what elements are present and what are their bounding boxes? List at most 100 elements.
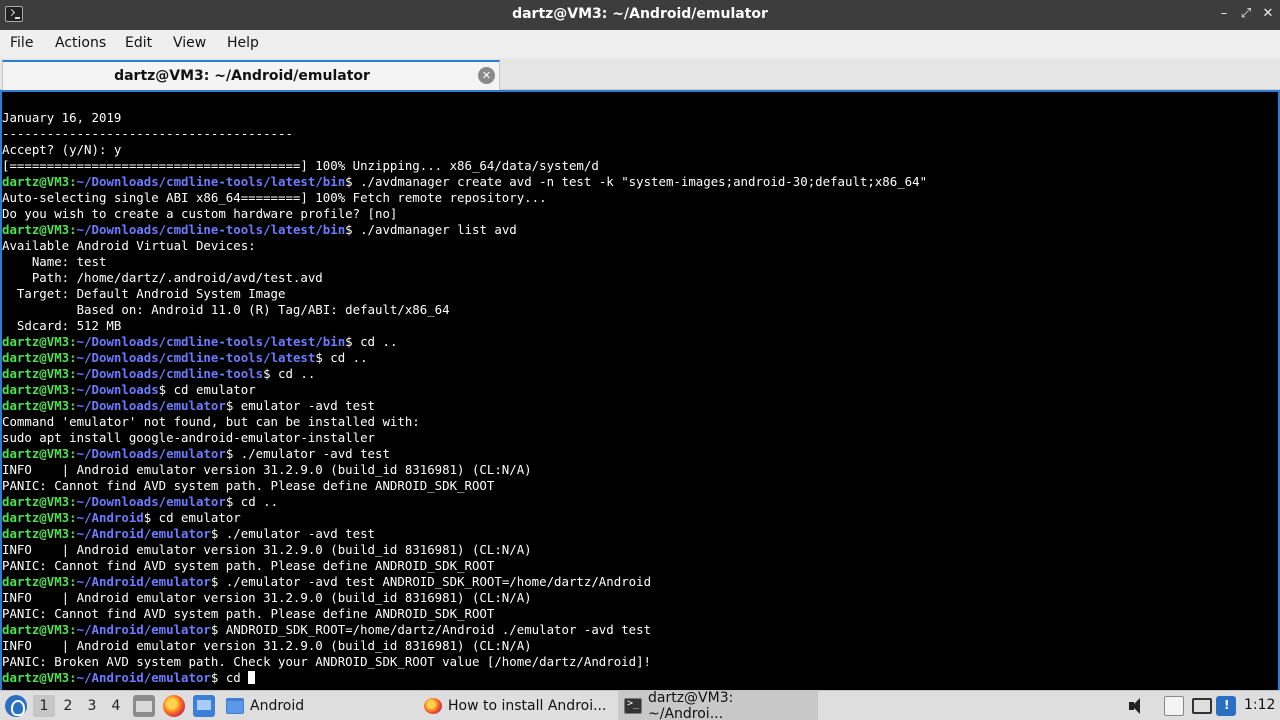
prompt-path: ~/Android/emulator bbox=[76, 622, 211, 637]
terminal-output-line: Do you wish to create a custom hardware … bbox=[2, 206, 398, 221]
prompt-user: dartz@VM3 bbox=[2, 494, 70, 509]
display-icon[interactable] bbox=[1192, 698, 1212, 714]
terminal-output-line: INFO | Android emulator version 31.2.9.0… bbox=[2, 590, 532, 605]
terminal-output-line: PANIC: Cannot find AVD system path. Plea… bbox=[2, 606, 495, 621]
menu-edit[interactable]: Edit bbox=[125, 35, 152, 51]
menu-bar: File Actions Edit View Help bbox=[0, 30, 1280, 58]
terminal-prompt-line: dartz@VM3:~/Downloads$ cd emulator bbox=[2, 382, 256, 397]
terminal-output-line: Command 'emulator' not found, but can be… bbox=[2, 414, 420, 429]
command-text: ./emulator -avd test ANDROID_SDK_ROOT=/h… bbox=[218, 574, 652, 589]
prompt-user: dartz@VM3 bbox=[2, 622, 70, 637]
command-text: cd .. bbox=[352, 334, 398, 349]
terminal-cursor bbox=[248, 671, 256, 684]
menu-file[interactable]: File bbox=[10, 35, 33, 51]
workspace-3[interactable]: 3 bbox=[81, 695, 103, 717]
command-text: ANDROID_SDK_ROOT=/home/dartz/Android ./e… bbox=[218, 622, 652, 637]
firefox-icon bbox=[424, 698, 442, 714]
prompt-user: dartz@VM3 bbox=[2, 350, 70, 365]
workspace-4[interactable]: 4 bbox=[105, 695, 127, 717]
terminal-output-line: Path: /home/dartz/.android/avd/test.avd bbox=[2, 270, 323, 285]
prompt-path: ~/Android/emulator bbox=[76, 526, 211, 541]
workspace-1[interactable]: 1 bbox=[33, 695, 55, 717]
terminal-prompt-line: dartz@VM3:~/Downloads/emulator$ ./emulat… bbox=[2, 446, 390, 461]
terminal-output-line: Name: test bbox=[2, 254, 107, 269]
terminal-output[interactable]: January 16, 2019 ------------------------… bbox=[0, 90, 1280, 690]
clock[interactable]: 1:12 bbox=[1244, 697, 1275, 720]
terminal-prompt-line: dartz@VM3:~/Downloads/cmdline-tools/late… bbox=[2, 174, 928, 189]
command-text: cd bbox=[218, 670, 249, 685]
prompt-path: ~/Downloads/cmdline-tools bbox=[76, 366, 264, 381]
tab-close-icon[interactable]: ✕ bbox=[478, 67, 495, 84]
command-text: cd .. bbox=[270, 366, 316, 381]
tab-bar: dartz@VM3: ~/Android/emulator ✕ bbox=[0, 58, 1280, 90]
task-android-folder[interactable]: Android bbox=[220, 691, 412, 720]
command-text: ./avdmanager list avd bbox=[352, 222, 517, 237]
terminal-prompt-line: dartz@VM3:~/Android$ cd emulator bbox=[2, 510, 241, 525]
prompt-user: dartz@VM3 bbox=[2, 398, 70, 413]
show-desktop-icon[interactable] bbox=[193, 695, 215, 717]
command-text: cd emulator bbox=[151, 510, 241, 525]
menu-help[interactable]: Help bbox=[227, 35, 259, 51]
prompt-path: ~/Downloads/cmdline-tools/latest/bin bbox=[76, 222, 346, 237]
command-text: cd .. bbox=[322, 350, 368, 365]
volume-icon[interactable] bbox=[1126, 696, 1146, 716]
terminal-prompt-line: dartz@VM3:~/Android/emulator$ ./emulator… bbox=[2, 526, 376, 541]
minimize-button[interactable]: – bbox=[1215, 5, 1233, 23]
terminal-prompt-line: dartz@VM3:~/Android/emulator$ ANDROID_SD… bbox=[2, 622, 652, 637]
terminal-output-line: [=======================================… bbox=[2, 158, 599, 173]
terminal-output-line: Based on: Android 11.0 (R) Tag/ABI: defa… bbox=[2, 302, 450, 317]
prompt-path: ~/Android/emulator bbox=[76, 670, 211, 685]
terminal-prompt-line: dartz@VM3:~/Downloads/cmdline-tools$ cd … bbox=[2, 366, 316, 381]
taskbar: 1 2 3 4 Android How to install Androi...… bbox=[0, 690, 1280, 720]
task-browser[interactable]: How to install Androi... bbox=[418, 691, 614, 720]
terminal-output-line: INFO | Android emulator version 31.2.9.0… bbox=[2, 462, 532, 477]
terminal-output-line: Target: Default Android System Image bbox=[2, 286, 286, 301]
window-title: dartz@VM3: ~/Android/emulator bbox=[512, 6, 768, 22]
terminal-output-line: PANIC: Cannot find AVD system path. Plea… bbox=[2, 478, 495, 493]
terminal-prompt-line: dartz@VM3:~/Android/emulator$ cd bbox=[2, 670, 1278, 686]
firefox-icon[interactable] bbox=[163, 695, 185, 717]
prompt-user: dartz@VM3 bbox=[2, 574, 70, 589]
terminal-icon bbox=[624, 698, 642, 714]
command-text: cd emulator bbox=[166, 382, 256, 397]
start-menu-icon[interactable] bbox=[5, 695, 27, 717]
prompt-user: dartz@VM3 bbox=[2, 510, 70, 525]
file-manager-icon[interactable] bbox=[133, 695, 155, 717]
terminal-output-line: --------------------------------------- bbox=[2, 126, 293, 141]
task-label: dartz@VM3: ~/Androi... bbox=[648, 690, 734, 720]
terminal-output-line: Available Android Virtual Devices: bbox=[2, 238, 256, 253]
prompt-path: ~/Android bbox=[76, 510, 144, 525]
task-label: How to install Androi... bbox=[448, 698, 607, 714]
command-text: emulator -avd test bbox=[233, 398, 376, 413]
terminal-output-line: Accept? (y/N): y bbox=[2, 142, 122, 157]
prompt-user: dartz@VM3 bbox=[2, 366, 70, 381]
menu-view[interactable]: View bbox=[173, 35, 206, 51]
prompt-path: ~/Android/emulator bbox=[76, 574, 211, 589]
command-text: ./emulator -avd test bbox=[233, 446, 390, 461]
terminal-lines: January 16, 2019 ------------------------… bbox=[2, 110, 1278, 686]
close-window-button[interactable]: ✕ bbox=[1259, 5, 1277, 23]
terminal-output-line: January 16, 2019 bbox=[2, 110, 122, 125]
prompt-user: dartz@VM3 bbox=[2, 446, 70, 461]
workspace-2[interactable]: 2 bbox=[57, 695, 79, 717]
prompt-path: ~/Downloads/cmdline-tools/latest/bin bbox=[76, 334, 346, 349]
prompt-path: ~/Downloads/emulator bbox=[76, 446, 226, 461]
update-notifier-icon[interactable] bbox=[1216, 696, 1236, 716]
terminal-output-line: Sdcard: 512 MB bbox=[2, 318, 122, 333]
prompt-user: dartz@VM3 bbox=[2, 670, 70, 685]
prompt-user: dartz@VM3 bbox=[2, 526, 70, 541]
terminal-prompt-line: dartz@VM3:~/Android/emulator$ ./emulator… bbox=[2, 574, 652, 589]
prompt-path: ~/Downloads/cmdline-tools/latest/bin bbox=[76, 174, 346, 189]
terminal-output-line: Auto-selecting single ABI x86_64========… bbox=[2, 190, 547, 205]
prompt-path: ~/Downloads bbox=[76, 382, 159, 397]
terminal-prompt-line: dartz@VM3:~/Downloads/cmdline-tools/late… bbox=[2, 350, 368, 365]
terminal-output-line: sudo apt install google-android-emulator… bbox=[2, 430, 375, 445]
terminal-output-line: PANIC: Cannot find AVD system path. Plea… bbox=[2, 558, 495, 573]
menu-actions[interactable]: Actions bbox=[55, 35, 106, 51]
tab-terminal[interactable]: dartz@VM3: ~/Android/emulator ✕ bbox=[2, 60, 500, 90]
clipboard-icon[interactable] bbox=[1164, 696, 1184, 716]
terminal-prompt-line: dartz@VM3:~/Downloads/cmdline-tools/late… bbox=[2, 222, 517, 237]
terminal-output-line: INFO | Android emulator version 31.2.9.0… bbox=[2, 542, 532, 557]
maximize-button[interactable]: ⤢ bbox=[1237, 5, 1255, 23]
task-terminal[interactable]: dartz@VM3: ~/Androi... bbox=[618, 690, 818, 720]
